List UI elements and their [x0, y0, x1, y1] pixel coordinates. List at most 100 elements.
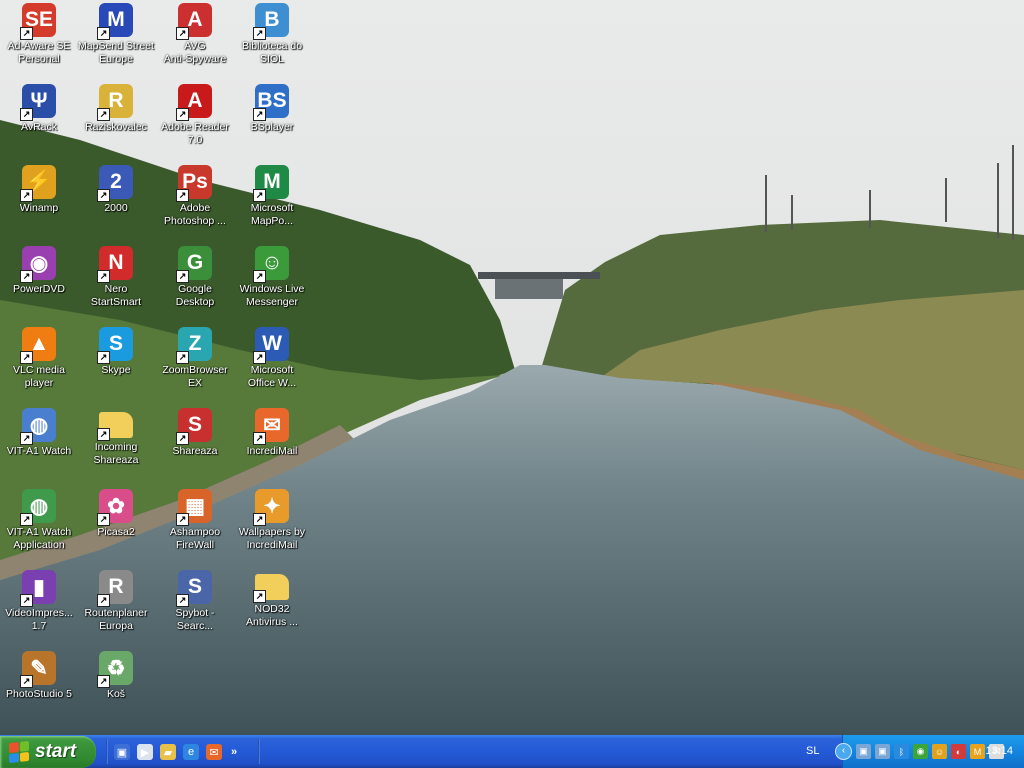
- incredimail-quick-icon[interactable]: ✉: [206, 744, 222, 760]
- desktop-icon[interactable]: ✦ ↗ Wallpapers by IncrediMail: [233, 486, 311, 552]
- show-desktop-icon[interactable]: ▣: [114, 744, 130, 760]
- desktop-icon[interactable]: B ↗ Biblioteca do SIOL: [233, 0, 311, 66]
- desktop-icon[interactable]: A ↗ Adobe Reader 7.0: [156, 81, 234, 147]
- shortcut-arrow-icon: ↗: [253, 432, 266, 445]
- network-2-icon[interactable]: ▣: [875, 744, 890, 759]
- desktop-icon[interactable]: ◍ ↗ VIT-A1 Watch: [0, 405, 78, 458]
- desktop-icon[interactable]: R ↗ Raziskovalec: [77, 81, 155, 134]
- videoimpression-icon: ▮ ↗: [20, 570, 56, 607]
- show-hidden-icons-button[interactable]: ‹: [835, 743, 852, 760]
- desktop-icon[interactable]: ☺ ↗ Windows Live Messenger: [233, 243, 311, 309]
- start-label: start: [35, 741, 77, 762]
- desktop-icon[interactable]: N ↗ Nero StartSmart: [77, 243, 155, 309]
- desktop-icon[interactable]: ↗ NOD32 Antivirus ...: [233, 567, 311, 629]
- desktop-icon[interactable]: G ↗ Google Desktop: [156, 243, 234, 309]
- zoombrowser-icon: Z ↗: [176, 327, 212, 364]
- desktop-icon[interactable]: ◉ ↗ PowerDVD: [0, 243, 78, 296]
- desktop-icon-label: VLC media player: [13, 364, 65, 389]
- desktop-icon[interactable]: ✉ ↗ IncrediMail: [233, 405, 311, 458]
- language-indicator[interactable]: SL: [806, 745, 819, 757]
- antivirus-icon[interactable]: ◉: [913, 744, 928, 759]
- routenplaner-icon: R ↗: [97, 570, 133, 607]
- clock[interactable]: 13:14: [985, 745, 1013, 757]
- shortcut-arrow-icon: ↗: [176, 27, 189, 40]
- bsplayer-icon: BS ↗: [253, 84, 289, 121]
- google-desktop-icon: G ↗: [176, 246, 212, 283]
- shortcut-arrow-icon: ↗: [253, 513, 266, 526]
- shortcut-arrow-icon: ↗: [20, 351, 33, 364]
- desktop-icon[interactable]: Ψ ↗ AvRack: [0, 81, 78, 134]
- folder-icon: ↗: [97, 412, 133, 441]
- desktop-icon[interactable]: Z ↗ ZoomBrowser EX: [156, 324, 234, 390]
- desktop-icon[interactable]: BS ↗ BSplayer: [233, 81, 311, 134]
- desktop-icon[interactable]: R ↗ Routenplaner Europa: [77, 567, 155, 633]
- tray-icons: ▣ ▣ ᛒ ◉ ☺ ◐ M ✉: [852, 744, 1004, 759]
- desktop-icon[interactable]: A ↗ AVG Anti-Spyware: [156, 0, 234, 66]
- shortcut-arrow-icon: ↗: [97, 675, 110, 688]
- desktop-icon-label: Nero StartSmart: [90, 283, 142, 308]
- desktop-icon[interactable]: M ↗ MapSend Street Europe: [77, 0, 155, 66]
- desktop-icon-label: Ad-Aware SE Personal: [7, 40, 71, 65]
- desktop-icon[interactable]: S ↗ Spybot - Searc...: [156, 567, 234, 633]
- desktop-icon[interactable]: ▦ ↗ Ashampoo FireWall: [156, 486, 234, 552]
- desktop-icon-label: Windows Live Messenger: [239, 283, 305, 308]
- google-tray-icon[interactable]: ◐: [951, 744, 966, 759]
- desktop-icon[interactable]: Ps ↗ Adobe Photoshop ...: [156, 162, 234, 228]
- start-button[interactable]: start: [0, 736, 96, 768]
- internet-explorer-icon[interactable]: e: [183, 744, 199, 760]
- desktop-icon[interactable]: S ↗ Shareaza: [156, 405, 234, 458]
- explorer-folder-icon[interactable]: ▰: [160, 744, 176, 760]
- shortcut-arrow-icon: ↗: [97, 513, 110, 526]
- desktop-icon-label: BSplayer: [250, 121, 294, 133]
- desktop-icon[interactable]: SE ↗ Ad-Aware SE Personal: [0, 0, 78, 66]
- desktop-icon[interactable]: M ↗ Microsoft MapPo...: [233, 162, 311, 228]
- nod32-folder-icon: ↗: [253, 574, 289, 603]
- desktop-icon[interactable]: ◍ ↗ VIT-A1 Watch Application: [0, 486, 78, 552]
- desktop-icon-label: Google Desktop: [175, 283, 215, 308]
- shortcut-arrow-icon: ↗: [97, 594, 110, 607]
- shortcut-arrow-icon: ↗: [176, 108, 189, 121]
- desktop-icon-label: ZoomBrowser EX: [162, 364, 228, 389]
- bluetooth-icon[interactable]: ᛒ: [894, 744, 909, 759]
- shortcut-arrow-icon: ↗: [97, 428, 110, 441]
- desktop-icon-label: Raziskovalec: [85, 121, 147, 133]
- desktop-icon[interactable]: W ↗ Microsoft Office W...: [233, 324, 311, 390]
- desktop-icon-label: Koš: [106, 688, 126, 700]
- windows-logo-icon: [9, 740, 29, 764]
- vlc-icon: ▲ ↗: [20, 327, 56, 364]
- mapsend-icon: M ↗: [97, 3, 133, 40]
- shortcut-arrow-icon: ↗: [20, 27, 33, 40]
- messenger-tray-icon[interactable]: ☺: [932, 744, 947, 759]
- desktop-icon-label: Ashampoo FireWall: [169, 526, 221, 551]
- media-player-icon[interactable]: ▶: [137, 744, 153, 760]
- network-icon[interactable]: ▣: [856, 744, 871, 759]
- taskbar-separator: [106, 739, 108, 764]
- desktop-icon[interactable]: ▮ ↗ VideoImpres... 1.7: [0, 567, 78, 633]
- shortcut-arrow-icon: ↗: [20, 189, 33, 202]
- desktop-icon[interactable]: 2 ↗ 2000: [77, 162, 155, 215]
- desktop-icon-label: Shareaza: [172, 445, 218, 457]
- desktop-icon[interactable]: ✿ ↗ Picasa2: [77, 486, 155, 539]
- shortcut-arrow-icon: ↗: [176, 513, 189, 526]
- mail-tray-icon[interactable]: M: [970, 744, 985, 759]
- desktop-icon[interactable]: ✎ ↗ PhotoStudio 5: [0, 648, 78, 701]
- desktop-icon-label: Adobe Photoshop ...: [164, 202, 226, 227]
- shortcut-arrow-icon: ↗: [97, 270, 110, 283]
- word-icon: W ↗: [253, 327, 289, 364]
- desktop-icon-label: 2000: [104, 202, 128, 214]
- desktop-icon[interactable]: ▲ ↗ VLC media player: [0, 324, 78, 390]
- shortcut-arrow-icon: ↗: [97, 27, 110, 40]
- desktop-icon[interactable]: S ↗ Skype: [77, 324, 155, 377]
- desktop-icon-label: IncrediMail: [246, 445, 298, 457]
- winamp-icon: ⚡ ↗: [20, 165, 56, 202]
- desktop-icon-label: AVG Anti-Spyware: [163, 40, 227, 65]
- desktop-icon-label: Skype: [101, 364, 131, 376]
- desktop-icon[interactable]: ↗ Incoming Shareaza: [77, 405, 155, 467]
- ad-aware-icon: SE ↗: [20, 3, 56, 40]
- desktop-icon[interactable]: ⚡ ↗ Winamp: [0, 162, 78, 215]
- quick-launch-more-button[interactable]: »: [231, 746, 237, 758]
- picasa-icon: ✿ ↗: [97, 489, 133, 526]
- desktop-icon-label: Routenplaner Europa: [84, 607, 148, 632]
- desktop-icon[interactable]: ♻ ↗ Koš: [77, 648, 155, 701]
- powerdvd-icon: ◉ ↗: [20, 246, 56, 283]
